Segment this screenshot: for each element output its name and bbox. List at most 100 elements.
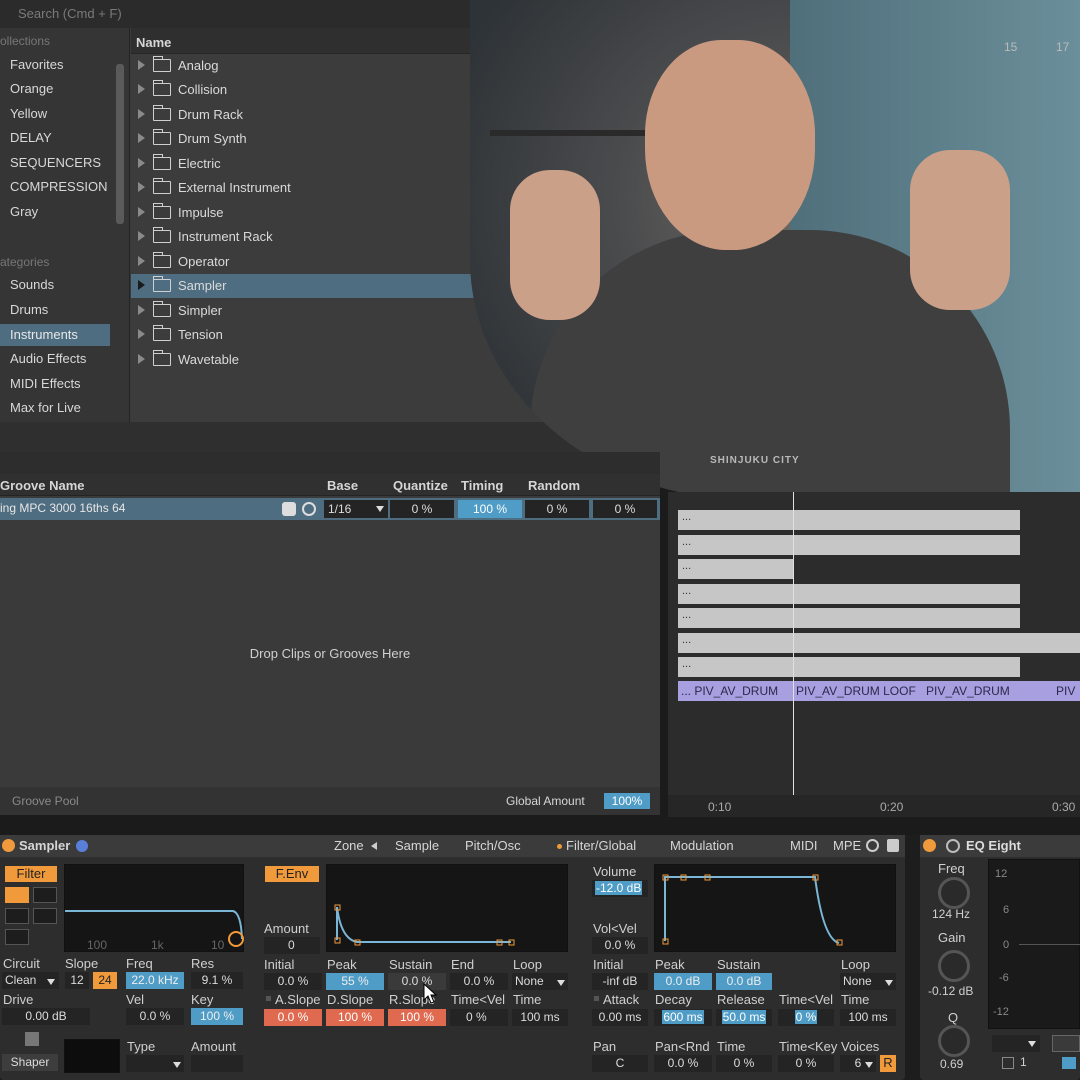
col-groove-name[interactable]: Groove Name [0,478,85,493]
col-quantize[interactable]: Quantize [393,478,448,493]
expand-triangle-icon[interactable] [138,158,145,168]
timing-value[interactable]: 100 % [458,500,522,518]
expand-triangle-icon[interactable] [138,84,145,94]
col-timing[interactable]: Timing [461,478,503,493]
fenv-aslope-value[interactable]: 0.0 % [264,1009,322,1026]
volvel-value[interactable]: 0.0 % [592,937,648,954]
sidebar-item-sounds[interactable]: Sounds [10,274,54,296]
morph-icon[interactable] [5,929,29,945]
shaper-amount-value[interactable] [191,1055,243,1072]
expand-triangle-icon[interactable] [138,256,145,266]
sidebar-item-delay[interactable]: DELAY [10,127,52,149]
panrnd-value[interactable]: 0.0 % [654,1055,712,1072]
audio-clip[interactable]: ... [678,535,1020,555]
audio-clip[interactable]: ... [678,657,1020,677]
amp-time-value[interactable]: 100 ms [840,1009,896,1026]
fenv-rslope-value[interactable]: 100 % [388,1009,446,1026]
sidebar-item-gray[interactable]: Gray [10,201,38,223]
mpe-settings-icon[interactable] [866,839,879,852]
tab-pitch-osc[interactable]: Pitch/Osc [465,838,521,853]
vel-value[interactable]: 0.0 % [126,1008,184,1025]
expand-triangle-icon[interactable] [138,109,145,119]
band-activator[interactable] [1062,1057,1076,1069]
fenv-dslope-value[interactable]: 100 % [326,1009,384,1026]
expand-triangle-icon[interactable] [138,354,145,364]
lowpass-icon[interactable] [5,887,29,903]
tab-modulation[interactable]: Modulation [670,838,734,853]
device-power-icon[interactable] [2,839,15,852]
expand-triangle-icon[interactable] [138,329,145,339]
random-value[interactable]: 0 % [525,500,589,518]
sidebar-item-max-for-live[interactable]: Max for Live [10,397,81,419]
fenv-peak-value[interactable]: 55 % [326,973,384,990]
eq-freq-knob[interactable] [938,877,970,909]
groove-row[interactable]: ing MPC 3000 16ths 64 1/16 0 % 100 % 0 %… [0,498,660,520]
decay-value[interactable]: 600 ms [654,1009,712,1026]
freq-value[interactable]: 22.0 kHz [126,972,184,989]
filter-toggle-button[interactable]: Filter [5,866,57,882]
fenv-initial-value[interactable]: 0.0 % [264,973,322,990]
slope-24-button[interactable]: 24 [93,972,117,989]
fenv-amount-value[interactable]: 0 [264,937,320,954]
sidebar-item-drums[interactable]: Drums [10,299,48,321]
zone-collapse-icon[interactable] [371,842,377,850]
filter-response-display[interactable]: 100 1k 10 [64,864,244,952]
drive-value[interactable]: 0.00 dB [2,1008,90,1025]
save-icon[interactable] [282,502,296,516]
tab-zone[interactable]: Zone [334,838,364,853]
slope-12-button[interactable]: 12 [65,972,89,989]
tab-sample[interactable]: Sample [395,838,439,853]
audio-clip[interactable]: ... [678,559,793,579]
col-base[interactable]: Base [327,478,358,493]
sidebar-item-yellow[interactable]: Yellow [10,103,47,125]
col-random[interactable]: Random [528,478,580,493]
volume-value[interactable]: -12.0 dB [592,880,648,897]
eq-q-knob[interactable] [938,1025,970,1057]
sidebar-item-orange[interactable]: Orange [10,78,53,100]
audio-clip[interactable]: ... [678,633,1080,653]
key-value[interactable]: 100 % [191,1008,243,1025]
band-checkbox[interactable] [1002,1057,1014,1069]
fenv-toggle-button[interactable]: F.Env [265,866,319,882]
retrigger-button[interactable]: R [880,1055,896,1072]
commit-icon[interactable] [302,502,316,516]
global-amount-value[interactable]: 100% [604,793,650,809]
quantize-value[interactable]: 0 % [390,500,454,518]
expand-triangle-icon[interactable] [138,60,145,70]
sidebar-item-midi-effects[interactable]: MIDI Effects [10,373,81,395]
sidebar-item-audio-effects[interactable]: Audio Effects [10,348,86,370]
eq-mode-icon[interactable] [1052,1035,1080,1052]
fenv-display[interactable] [326,864,568,952]
expand-triangle-icon[interactable] [138,305,145,315]
groove-drop-zone[interactable]: Drop Clips or Grooves Here [0,520,660,780]
fenv-end-value[interactable]: 0.0 % [450,973,508,990]
attack-value[interactable]: 0.00 ms [592,1009,648,1026]
audio-clip[interactable]: ... [678,510,1020,530]
eq-spectrum-display[interactable]: 12 6 0 -6 -12 [988,859,1080,1029]
tab-mpe[interactable]: MPE [833,838,861,853]
device-power-icon[interactable] [923,839,936,852]
release-value[interactable]: 50.0 ms [716,1009,772,1026]
amp-timevel-value[interactable]: 0 % [778,1009,834,1026]
velocity-value[interactable]: 0 % [593,500,657,518]
highpass-icon[interactable] [33,887,57,903]
pan-value[interactable]: C [592,1055,648,1072]
amp-envelope-display[interactable] [654,864,896,952]
tab-filter-global[interactable]: Filter/Global [566,838,636,853]
sidebar-item-sequencers[interactable]: SEQUENCERS [10,152,101,174]
expand-triangle-icon[interactable] [138,133,145,143]
sidebar-item-favorites[interactable]: Favorites [10,54,63,76]
shaper-toggle[interactable] [25,1032,39,1046]
eq-gain-knob[interactable] [938,950,970,982]
amp-initial-value[interactable]: -inf dB [592,973,648,990]
hot-swap-icon[interactable] [76,840,88,852]
amp-sustain-value[interactable]: 0.0 dB [716,973,772,990]
audio-clip[interactable]: ... [678,584,1020,604]
sidebar-item-instruments[interactable]: Instruments [0,324,110,346]
notch-icon[interactable] [33,908,57,924]
playhead-line[interactable] [793,492,794,802]
fenv-time-value[interactable]: 100 ms [512,1009,568,1026]
play-icon[interactable] [946,839,960,853]
bandpass-icon[interactable] [5,908,29,924]
expand-triangle-icon[interactable] [138,207,145,217]
